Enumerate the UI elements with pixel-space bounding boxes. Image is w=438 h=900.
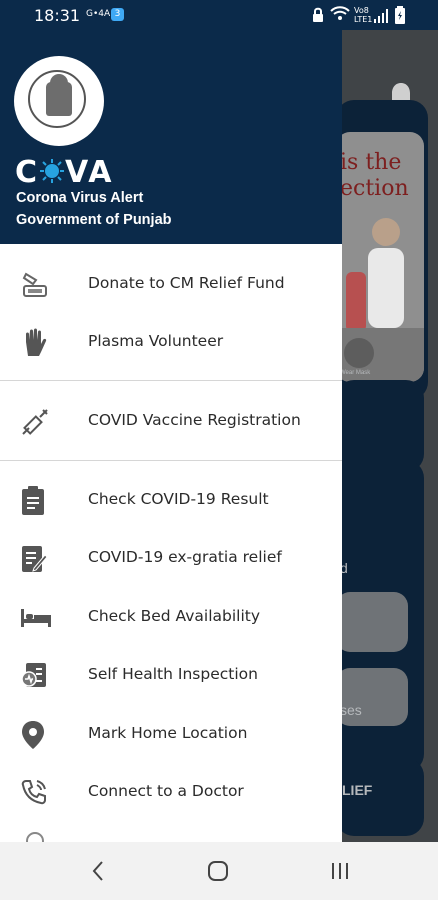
clipboard-icon (20, 486, 48, 515)
recent-apps-icon (332, 863, 348, 879)
carrier-indicator: G•4A (86, 9, 111, 19)
bg-tile-1 (336, 592, 408, 652)
location-pin-icon (20, 720, 48, 749)
status-time: 18:31 (34, 6, 81, 25)
home-button[interactable] (198, 856, 238, 886)
home-icon (208, 861, 228, 881)
bg-card-2 (336, 380, 424, 472)
menu-label: Plasma Volunteer (88, 332, 224, 350)
syringe-icon (20, 407, 48, 435)
lock-icon (312, 7, 324, 27)
menu-label: Donate to CM Relief Fund (88, 274, 285, 292)
status-bar: 18:31 G•4A 3 Vo8 LTE1 (0, 0, 438, 30)
app-name: C VA (15, 155, 114, 190)
bg-banner: is the ection Wear Mask (336, 132, 424, 382)
wear-mask-label: Wear Mask (340, 370, 371, 376)
donate-icon (20, 270, 48, 298)
back-icon (92, 861, 103, 881)
signal-icon (374, 8, 388, 27)
bg-label-ses: ses (340, 702, 362, 718)
system-navigation-bar (0, 842, 438, 900)
menu-item-plasma-volunteer[interactable]: Plasma Volunteer (0, 314, 342, 370)
bg-label-lief: LIEF (342, 782, 373, 798)
menu-label: Mark Home Location (88, 724, 248, 742)
menu-item-vaccine-registration[interactable]: COVID Vaccine Registration (0, 393, 342, 449)
menu-item-bed-availability[interactable]: Check Bed Availability (0, 589, 342, 645)
menu-label: COVID-19 ex-gratia relief (88, 548, 282, 566)
menu-item-check-result[interactable]: Check COVID-19 Result (0, 472, 342, 528)
volte-icon: Vo8 LTE1 (354, 6, 373, 24)
menu-label: Check COVID-19 Result (88, 490, 269, 508)
recent-apps-button[interactable] (320, 856, 360, 886)
bed-icon (20, 603, 51, 631)
menu-item-donate[interactable]: Donate to CM Relief Fund (0, 256, 342, 312)
menu-item-partial[interactable] (0, 826, 342, 842)
phone-icon (20, 778, 48, 806)
menu-label: Check Bed Availability (88, 607, 261, 625)
navigation-drawer: C VA Corona Virus Alert Government of Pun… (0, 0, 342, 842)
drawer-header: C VA Corona Virus Alert Government of Pun… (0, 0, 342, 244)
wifi-icon (330, 6, 350, 26)
menu-item-self-health-inspection[interactable]: Self Health Inspection (0, 647, 342, 703)
menu-item-ex-gratia[interactable]: COVID-19 ex-gratia relief (0, 530, 342, 586)
subtitle-line2: Government of Punjab (16, 212, 172, 228)
subtitle-line1: Corona Virus Alert (16, 190, 144, 206)
menu-label: Connect to a Doctor (88, 782, 244, 800)
back-button[interactable] (78, 856, 118, 886)
divider (0, 460, 342, 461)
virus-o-icon (39, 157, 65, 189)
punjab-emblem-logo (14, 56, 104, 146)
divider (0, 380, 342, 381)
health-report-icon (20, 661, 48, 689)
battery-icon (394, 6, 406, 28)
menu-label: COVID Vaccine Registration (88, 411, 301, 429)
banner-text: is the ection (340, 150, 409, 201)
hand-icon (20, 328, 48, 356)
menu-label: Self Health Inspection (88, 665, 258, 683)
partial-icon (26, 832, 44, 842)
menu-item-home-location[interactable]: Mark Home Location (0, 706, 342, 762)
document-edit-icon (20, 544, 48, 572)
menu-item-connect-doctor[interactable]: Connect to a Doctor (0, 764, 342, 820)
notification-badge: 3 (111, 8, 124, 21)
